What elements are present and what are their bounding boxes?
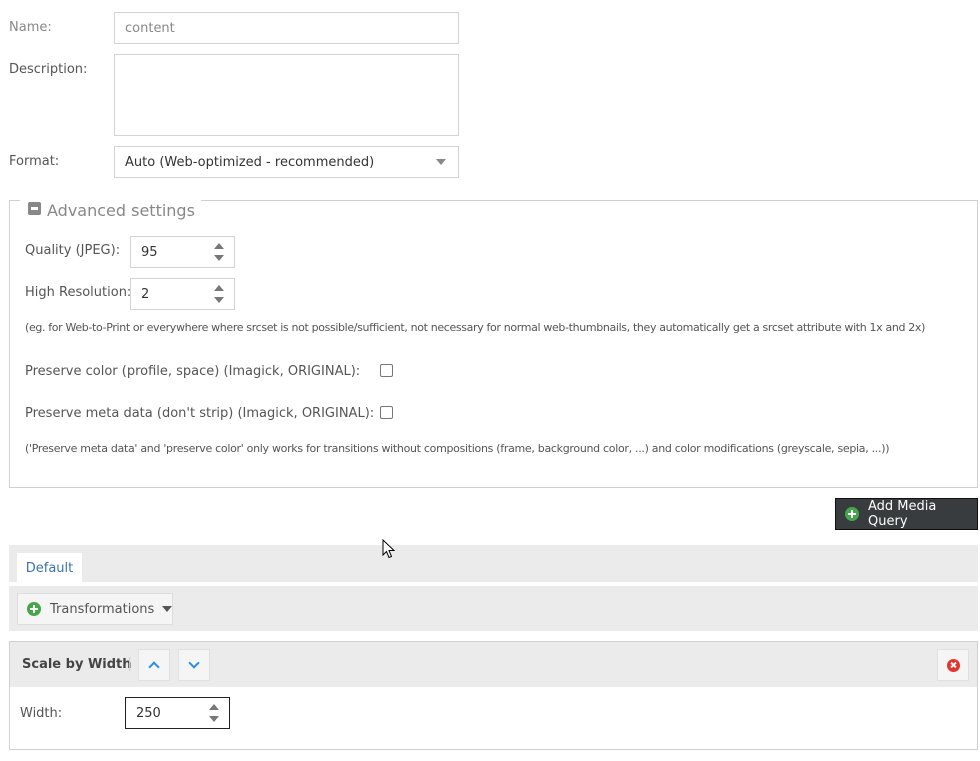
advanced-settings-legend: Advanced settings — [47, 200, 195, 220]
close-icon — [946, 658, 960, 672]
chevron-up-icon — [148, 661, 160, 673]
spinner-icon[interactable] — [214, 284, 224, 304]
preserve-color-checkbox[interactable] — [380, 364, 393, 377]
move-down-button[interactable] — [178, 649, 210, 681]
chevron-down-icon — [188, 657, 200, 669]
format-label: Format: — [9, 154, 60, 169]
transformation-title: Scale by Width — [22, 657, 132, 672]
advanced-settings-toggle[interactable]: Advanced settings — [20, 199, 201, 221]
format-select[interactable]: Auto (Web-optimized - recommended) — [114, 146, 459, 178]
preserve-hint: ('Preserve meta data' and 'preserve colo… — [25, 442, 890, 455]
add-media-query-button[interactable]: Add Media Query — [835, 498, 978, 530]
chevron-down-icon — [436, 159, 446, 165]
description-label: Description: — [9, 62, 88, 77]
name-input-value: content — [125, 20, 175, 36]
quality-input[interactable]: 95 — [130, 236, 235, 268]
move-up-button[interactable] — [138, 649, 170, 681]
format-select-value: Auto (Web-optimized - recommended) — [125, 154, 375, 170]
tab-bar — [9, 545, 978, 582]
collapse-icon[interactable] — [28, 201, 41, 215]
add-icon — [845, 507, 859, 521]
spinner-icon[interactable] — [209, 703, 219, 723]
mouse-cursor-icon — [382, 539, 396, 559]
spinner-icon[interactable] — [214, 242, 224, 262]
preserve-meta-label: Preserve meta data (don't strip) (Imagic… — [25, 406, 375, 421]
divider — [129, 657, 130, 671]
chevron-down-icon — [162, 606, 173, 612]
width-value: 250 — [136, 705, 161, 721]
preserve-meta-checkbox[interactable] — [380, 406, 393, 419]
high-resolution-hint: (eg. for Web-to-Print or everywhere wher… — [25, 321, 926, 334]
name-input[interactable]: content — [114, 12, 459, 44]
quality-label: Quality (JPEG): — [25, 243, 121, 258]
width-label: Width: — [20, 706, 63, 721]
quality-value: 95 — [141, 244, 158, 260]
remove-transformation-button[interactable] — [937, 649, 969, 681]
description-textarea[interactable] — [114, 54, 459, 136]
high-resolution-value: 2 — [141, 286, 150, 302]
name-label: Name: — [9, 20, 52, 35]
tab-default[interactable]: Default — [17, 553, 82, 583]
transformations-menu-button[interactable]: Transformations — [17, 593, 173, 625]
tab-default-label: Default — [25, 560, 74, 576]
add-icon — [27, 602, 41, 616]
high-resolution-label: High Resolution: — [25, 285, 132, 300]
width-input[interactable]: 250 — [125, 697, 230, 729]
transformations-label: Transformations — [50, 601, 155, 617]
preserve-color-label: Preserve color (profile, space) (Imagick… — [25, 364, 361, 379]
add-media-query-label: Add Media Query — [868, 499, 937, 529]
high-resolution-input[interactable]: 2 — [130, 278, 235, 310]
